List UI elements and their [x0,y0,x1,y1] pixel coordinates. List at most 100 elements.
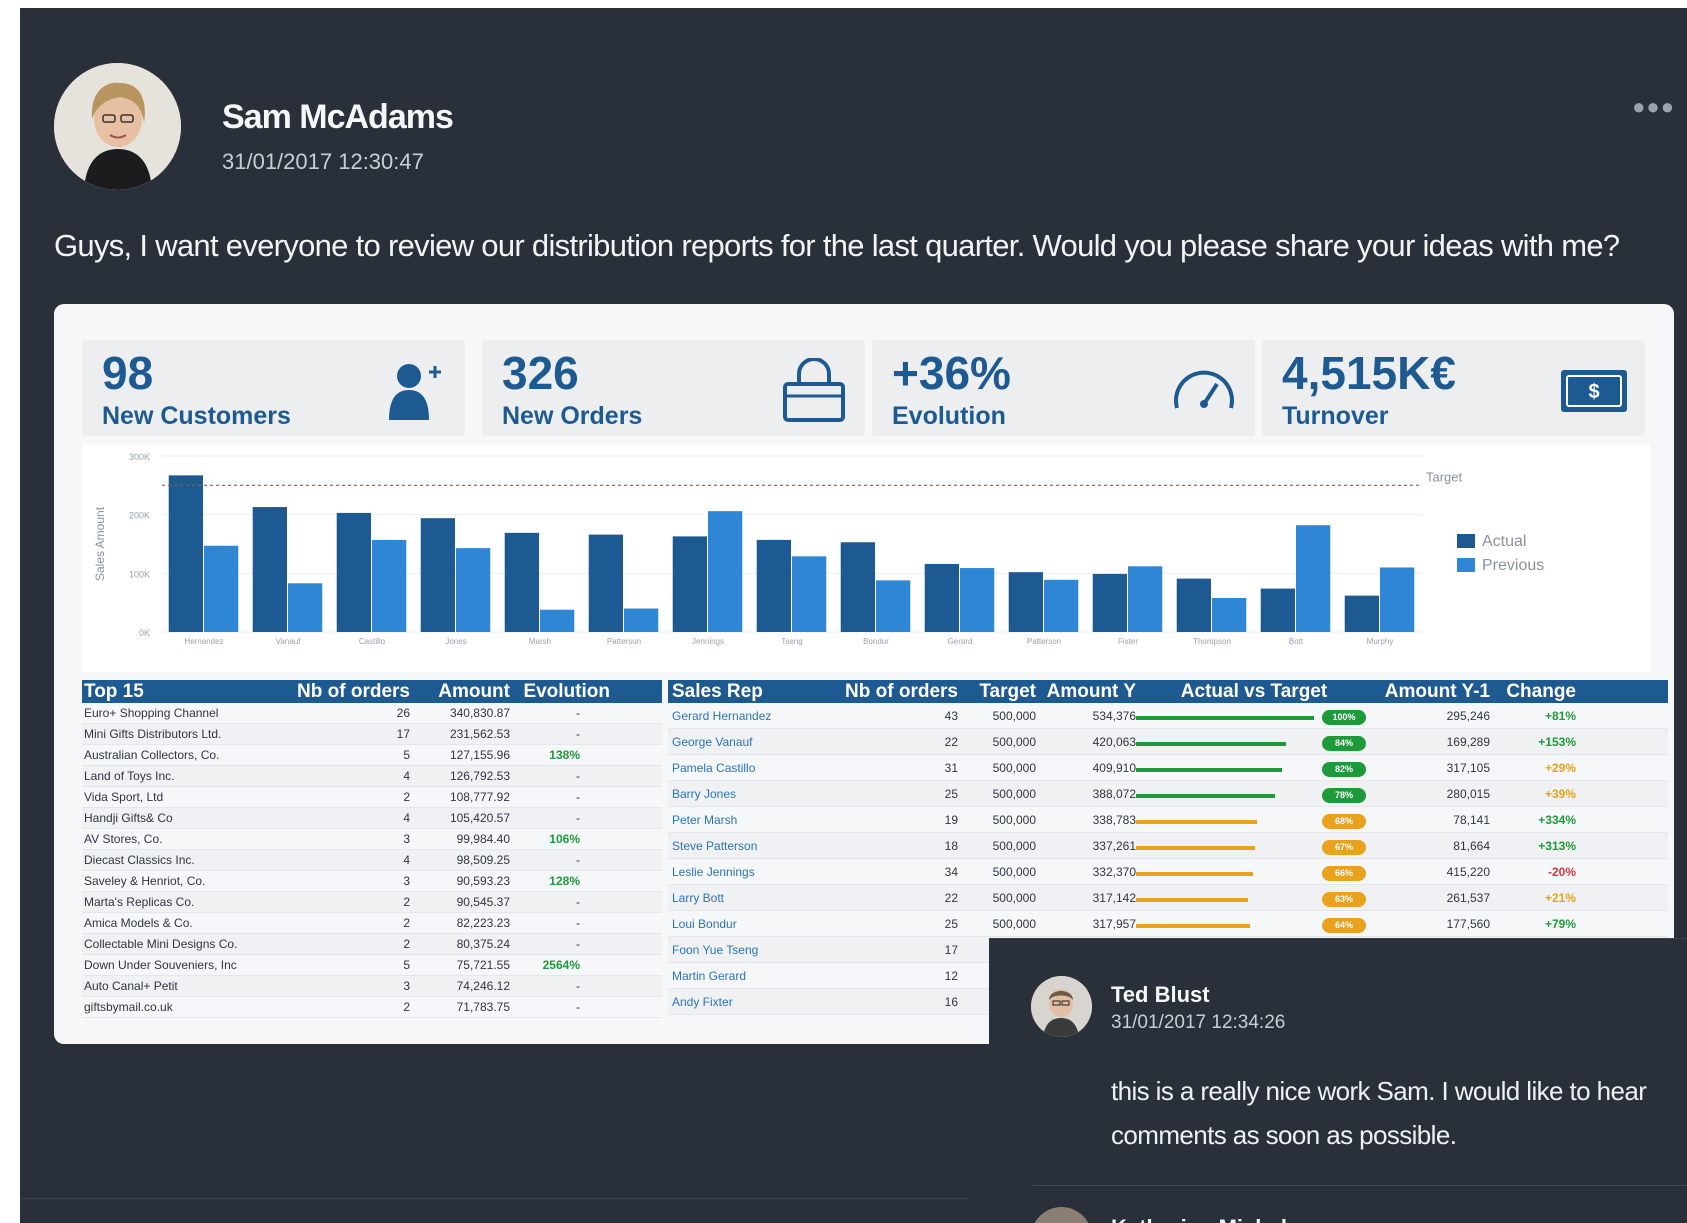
sales-rep-name: Barry Jones [672,786,737,801]
table-row[interactable]: Saveley & Henriot, Co. 3 90,593.23 128% [82,871,662,892]
bar [1044,579,1079,632]
table-row[interactable]: Euro+ Shopping Channel 26 340,830.87 - [82,703,662,724]
dashboard-image[interactable]: 98 New Customers 326 New Orders +36% Evo… [54,304,1674,1044]
avatar[interactable] [54,63,181,190]
order-count: 4 [403,811,410,825]
actual-vs-target: 84% [1136,731,1372,752]
customer-name: Amica Models & Co. [84,916,193,930]
progress-bar [1136,846,1255,850]
comments-panel: Ted Blust 31/01/2017 12:34:26 this is a … [989,938,1687,1223]
evolution: - [576,727,580,741]
evolution: - [576,916,580,930]
table-row[interactable]: Pamela Castillo 31 500,000 409,910 82% 317,10… [668,755,1668,781]
percent-badge: 67% [1322,840,1366,855]
table-row[interactable]: Steve Patterson 18 500,000 337,261 67% 81,664… [668,833,1668,859]
bar [1092,573,1127,632]
bar [168,475,203,632]
col-header[interactable]: Sales Rep [668,681,828,703]
percent-badge: 63% [1322,892,1366,907]
evolution: - [576,895,580,909]
order-count: 3 [403,979,410,993]
table-row[interactable]: Amica Models & Co. 2 82,223.23 - [82,913,662,934]
table-row[interactable]: Leslie Jennings 34 500,000 332,370 66% 415,22… [668,859,1668,885]
money-icon: $ [1561,370,1627,412]
order-count: 2 [403,916,410,930]
avatar[interactable] [1031,1207,1092,1223]
col-header[interactable]: Change [1490,681,1576,703]
evolution: 106% [549,832,580,846]
kpi-evolution: +36% Evolution [872,340,1255,436]
divider [20,1198,969,1199]
comment-author[interactable]: Katherine Michel [1111,1215,1287,1223]
table-row[interactable]: Down Under Souveniers, Inc 5 75,721.55 2564… [82,955,662,976]
col-header[interactable]: Nb of orders [828,681,958,703]
sales-rep-name: Peter Marsh [672,812,738,827]
table-row[interactable]: George Vanauf 22 500,000 420,063 84% 169,289 +… [668,729,1668,755]
table-header: Top 15 Nb of orders Amount Evolution [82,680,662,703]
change: +153% [1538,734,1576,749]
col-header[interactable]: Nb of orders [282,681,410,703]
table-row[interactable]: giftsbymail.co.uk 2 71,783.75 - [82,997,662,1018]
divider [1033,1185,1687,1186]
col-header[interactable]: Actual vs Target [1136,681,1372,703]
sales-rep-name: Martin Gerard [672,968,747,983]
table-row[interactable]: Diecast Classics Inc. 4 98,509.25 - [82,850,662,871]
bar [1008,572,1043,632]
order-count: 5 [403,748,410,762]
table-row[interactable]: Australian Collectors, Co. 5 127,155.96 138… [82,745,662,766]
sales-rep-name: Gerard Hernandez [672,708,772,723]
col-header[interactable]: Top 15 [82,681,282,703]
table-row[interactable]: AV Stores, Co. 3 99,984.40 106% [82,829,662,850]
order-count: 25 [944,916,958,931]
progress-bar [1136,716,1314,720]
amount: 75,721.55 [456,958,510,972]
avatar-portrait [54,63,181,190]
target: 500,000 [992,890,1036,905]
table-row[interactable]: Barry Jones 25 500,000 388,072 78% 280,015 +39… [668,781,1668,807]
col-header[interactable]: Amount Y [1036,681,1136,703]
col-header[interactable]: Evolution [510,681,610,703]
order-count: 25 [944,786,958,801]
avatar[interactable] [1031,976,1092,1037]
post-author[interactable]: Sam McAdams [222,98,454,137]
kpi-label: New Customers [102,402,291,430]
evolution: - [576,853,580,867]
amount-y-1: 81,664 [1453,838,1490,853]
table-row[interactable]: Larry Bott 22 500,000 317,142 63% 261,537 +21% [668,885,1668,911]
table-row[interactable]: Collectable Mini Designs Co. 2 80,375.24 - [82,934,662,955]
table-row[interactable]: Auto Canal+ Petit 3 74,246.12 - [82,976,662,997]
amount: 231,562.53 [449,727,510,741]
table-row[interactable]: Marta's Replicas Co. 2 90,545.37 - [82,892,662,913]
change: +334% [1538,812,1576,827]
ellipsis-icon[interactable]: ●●● [1632,94,1675,120]
bar [456,548,491,632]
amount-y-1: 415,220 [1446,864,1490,879]
customer-name: Vida Sport, Ltd [84,790,164,804]
actual-vs-target: 63% [1136,887,1372,908]
comment-timestamp: 31/01/2017 12:34:26 [1111,1012,1286,1033]
x-tick-label: Gerard [948,637,973,646]
customer-name: Mini Gifts Distributors Ltd. [84,727,222,741]
table-row[interactable]: Vida Sport, Ltd 2 108,777.92 - [82,787,662,808]
kpi-label: Turnover [1282,402,1389,430]
x-tick-label: Jones [445,637,466,646]
col-header[interactable]: Amount [410,681,510,703]
bar [336,512,371,632]
change: +39% [1544,786,1576,801]
col-header[interactable]: Amount Y-1 [1372,681,1490,703]
comment-author[interactable]: Ted Blust [1111,982,1210,1008]
table-row[interactable]: Land of Toys Inc. 4 126,792.53 - [82,766,662,787]
table-row[interactable]: Peter Marsh 19 500,000 338,783 68% 78,141 +334… [668,807,1668,833]
table-row[interactable]: Handji Gifts& Co 4 105,420.57 - [82,808,662,829]
evolution: - [576,769,580,783]
actual-vs-target: 82% [1136,757,1372,778]
evolution: - [576,706,580,720]
amount-y: 317,142 [1092,890,1136,905]
progress-bar [1136,924,1250,928]
table-row[interactable]: Loui Bondur 25 500,000 317,957 64% 177,560 +79… [668,911,1668,937]
table-row[interactable]: Gerard Hernandez 43 500,000 534,376 100% 295,… [668,703,1668,729]
order-count: 31 [944,760,958,775]
percent-badge: 66% [1322,866,1366,881]
col-header[interactable]: Target [958,681,1036,703]
table-row[interactable]: Mini Gifts Distributors Ltd. 17 231,562.53… [82,724,662,745]
